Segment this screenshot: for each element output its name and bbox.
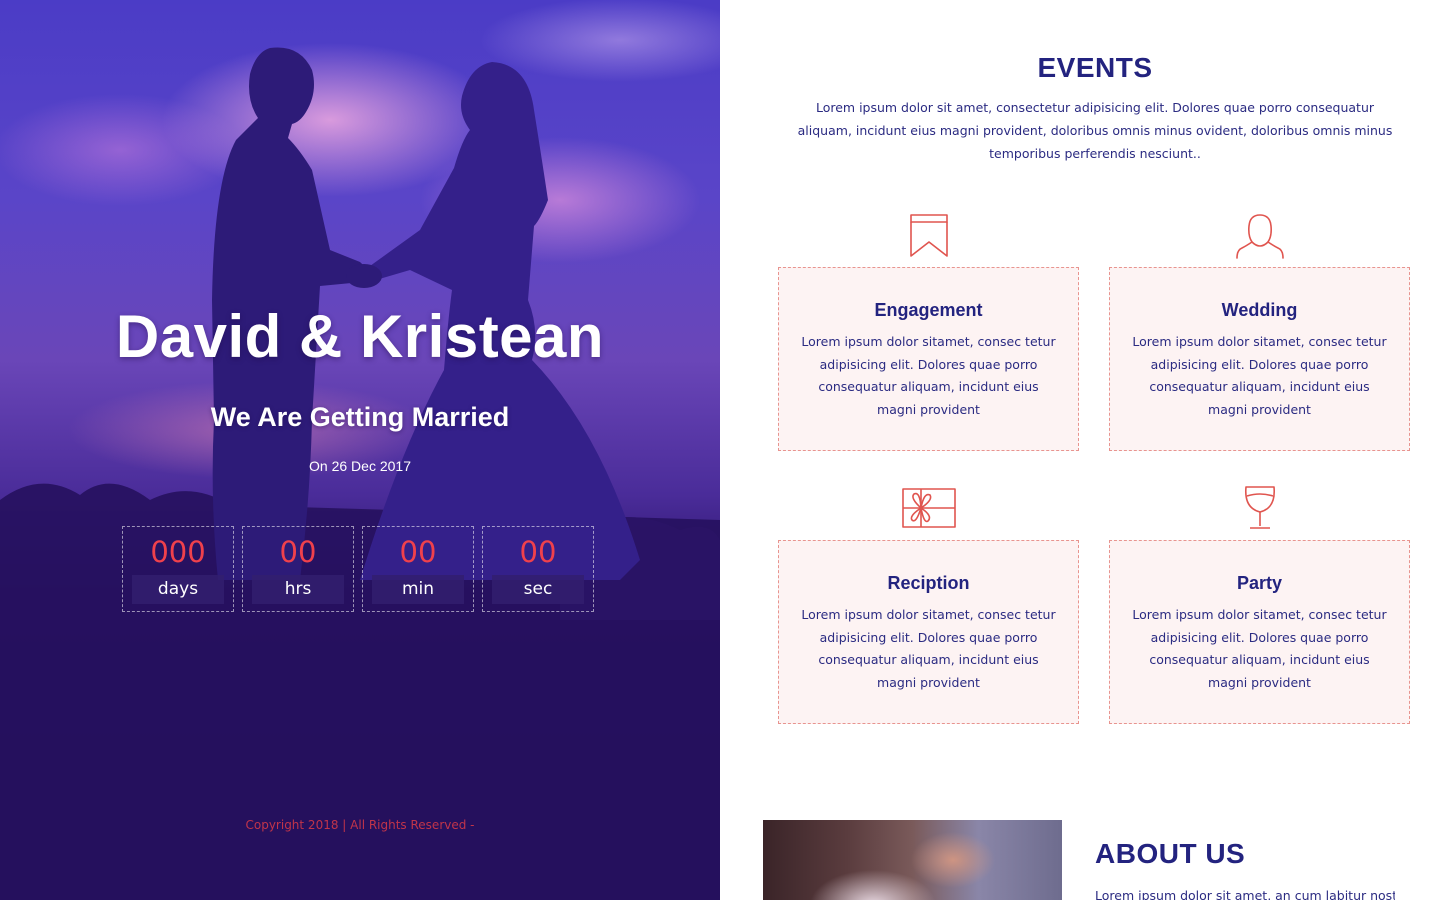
countdown-value: 000: [150, 535, 206, 569]
countdown-unit: hrs: [252, 575, 344, 604]
event-title: Reciption: [887, 573, 970, 593]
about-heading: ABOUT US: [1095, 838, 1246, 869]
countdown-value: 00: [279, 535, 317, 569]
about-text: Lorem ipsum dolor sit amet, an cum labit…: [1095, 888, 1395, 900]
event-description: Lorem ipsum dolor sitamet, consec tetur …: [801, 607, 1056, 690]
wine-glass-icon: [1244, 486, 1276, 529]
countdown-timer: 000 days 00 hrs 00 min 00 sec: [122, 526, 594, 612]
event-title: Engagement: [874, 300, 983, 320]
event-card-reception: Reciption Lorem ipsum dolor sitamet, con…: [778, 540, 1079, 724]
event-description: Lorem ipsum dolor sitamet, consec tetur …: [1132, 334, 1387, 417]
countdown-seconds: 00 sec: [482, 526, 594, 612]
countdown-unit: days: [132, 575, 224, 604]
countdown-unit: min: [372, 575, 464, 604]
couple-silhouette-image: [0, 47, 720, 900]
countdown-unit: sec: [492, 575, 584, 604]
copyright-text: Copyright 2018 | All Rights Reserved -: [245, 818, 475, 832]
events-heading: EVENTS: [1037, 52, 1153, 83]
couple-names-title: David & Kristean: [115, 303, 605, 370]
about-couple-photo: [763, 820, 1062, 900]
event-description: Lorem ipsum dolor sitamet, consec tetur …: [801, 334, 1056, 417]
events-intro-text: Lorem ipsum dolor sit amet, consectetur …: [797, 100, 1393, 161]
countdown-minutes: 00 min: [362, 526, 474, 612]
event-description: Lorem ipsum dolor sitamet, consec tetur …: [1132, 607, 1387, 690]
wedding-date: On 26 Dec 2017: [309, 458, 411, 474]
event-card-party: Party Lorem ipsum dolor sitamet, consec …: [1109, 540, 1410, 724]
gift-icon: [902, 488, 956, 528]
countdown-days: 000 days: [122, 526, 234, 612]
bookmark-icon: [910, 214, 948, 257]
event-card-wedding: Wedding Lorem ipsum dolor sitamet, conse…: [1109, 267, 1410, 451]
countdown-value: 00: [399, 535, 437, 569]
countdown-value: 00: [519, 535, 557, 569]
event-title: Wedding: [1221, 300, 1298, 320]
bride-icon: [1236, 214, 1284, 259]
event-title: Party: [1236, 573, 1283, 593]
hero-section: David & Kristean We Are Getting Married …: [0, 0, 720, 900]
event-card-engagement: Engagement Lorem ipsum dolor sitamet, co…: [778, 267, 1079, 451]
hero-subtitle: We Are Getting Married: [210, 402, 510, 432]
countdown-hours: 00 hrs: [242, 526, 354, 612]
